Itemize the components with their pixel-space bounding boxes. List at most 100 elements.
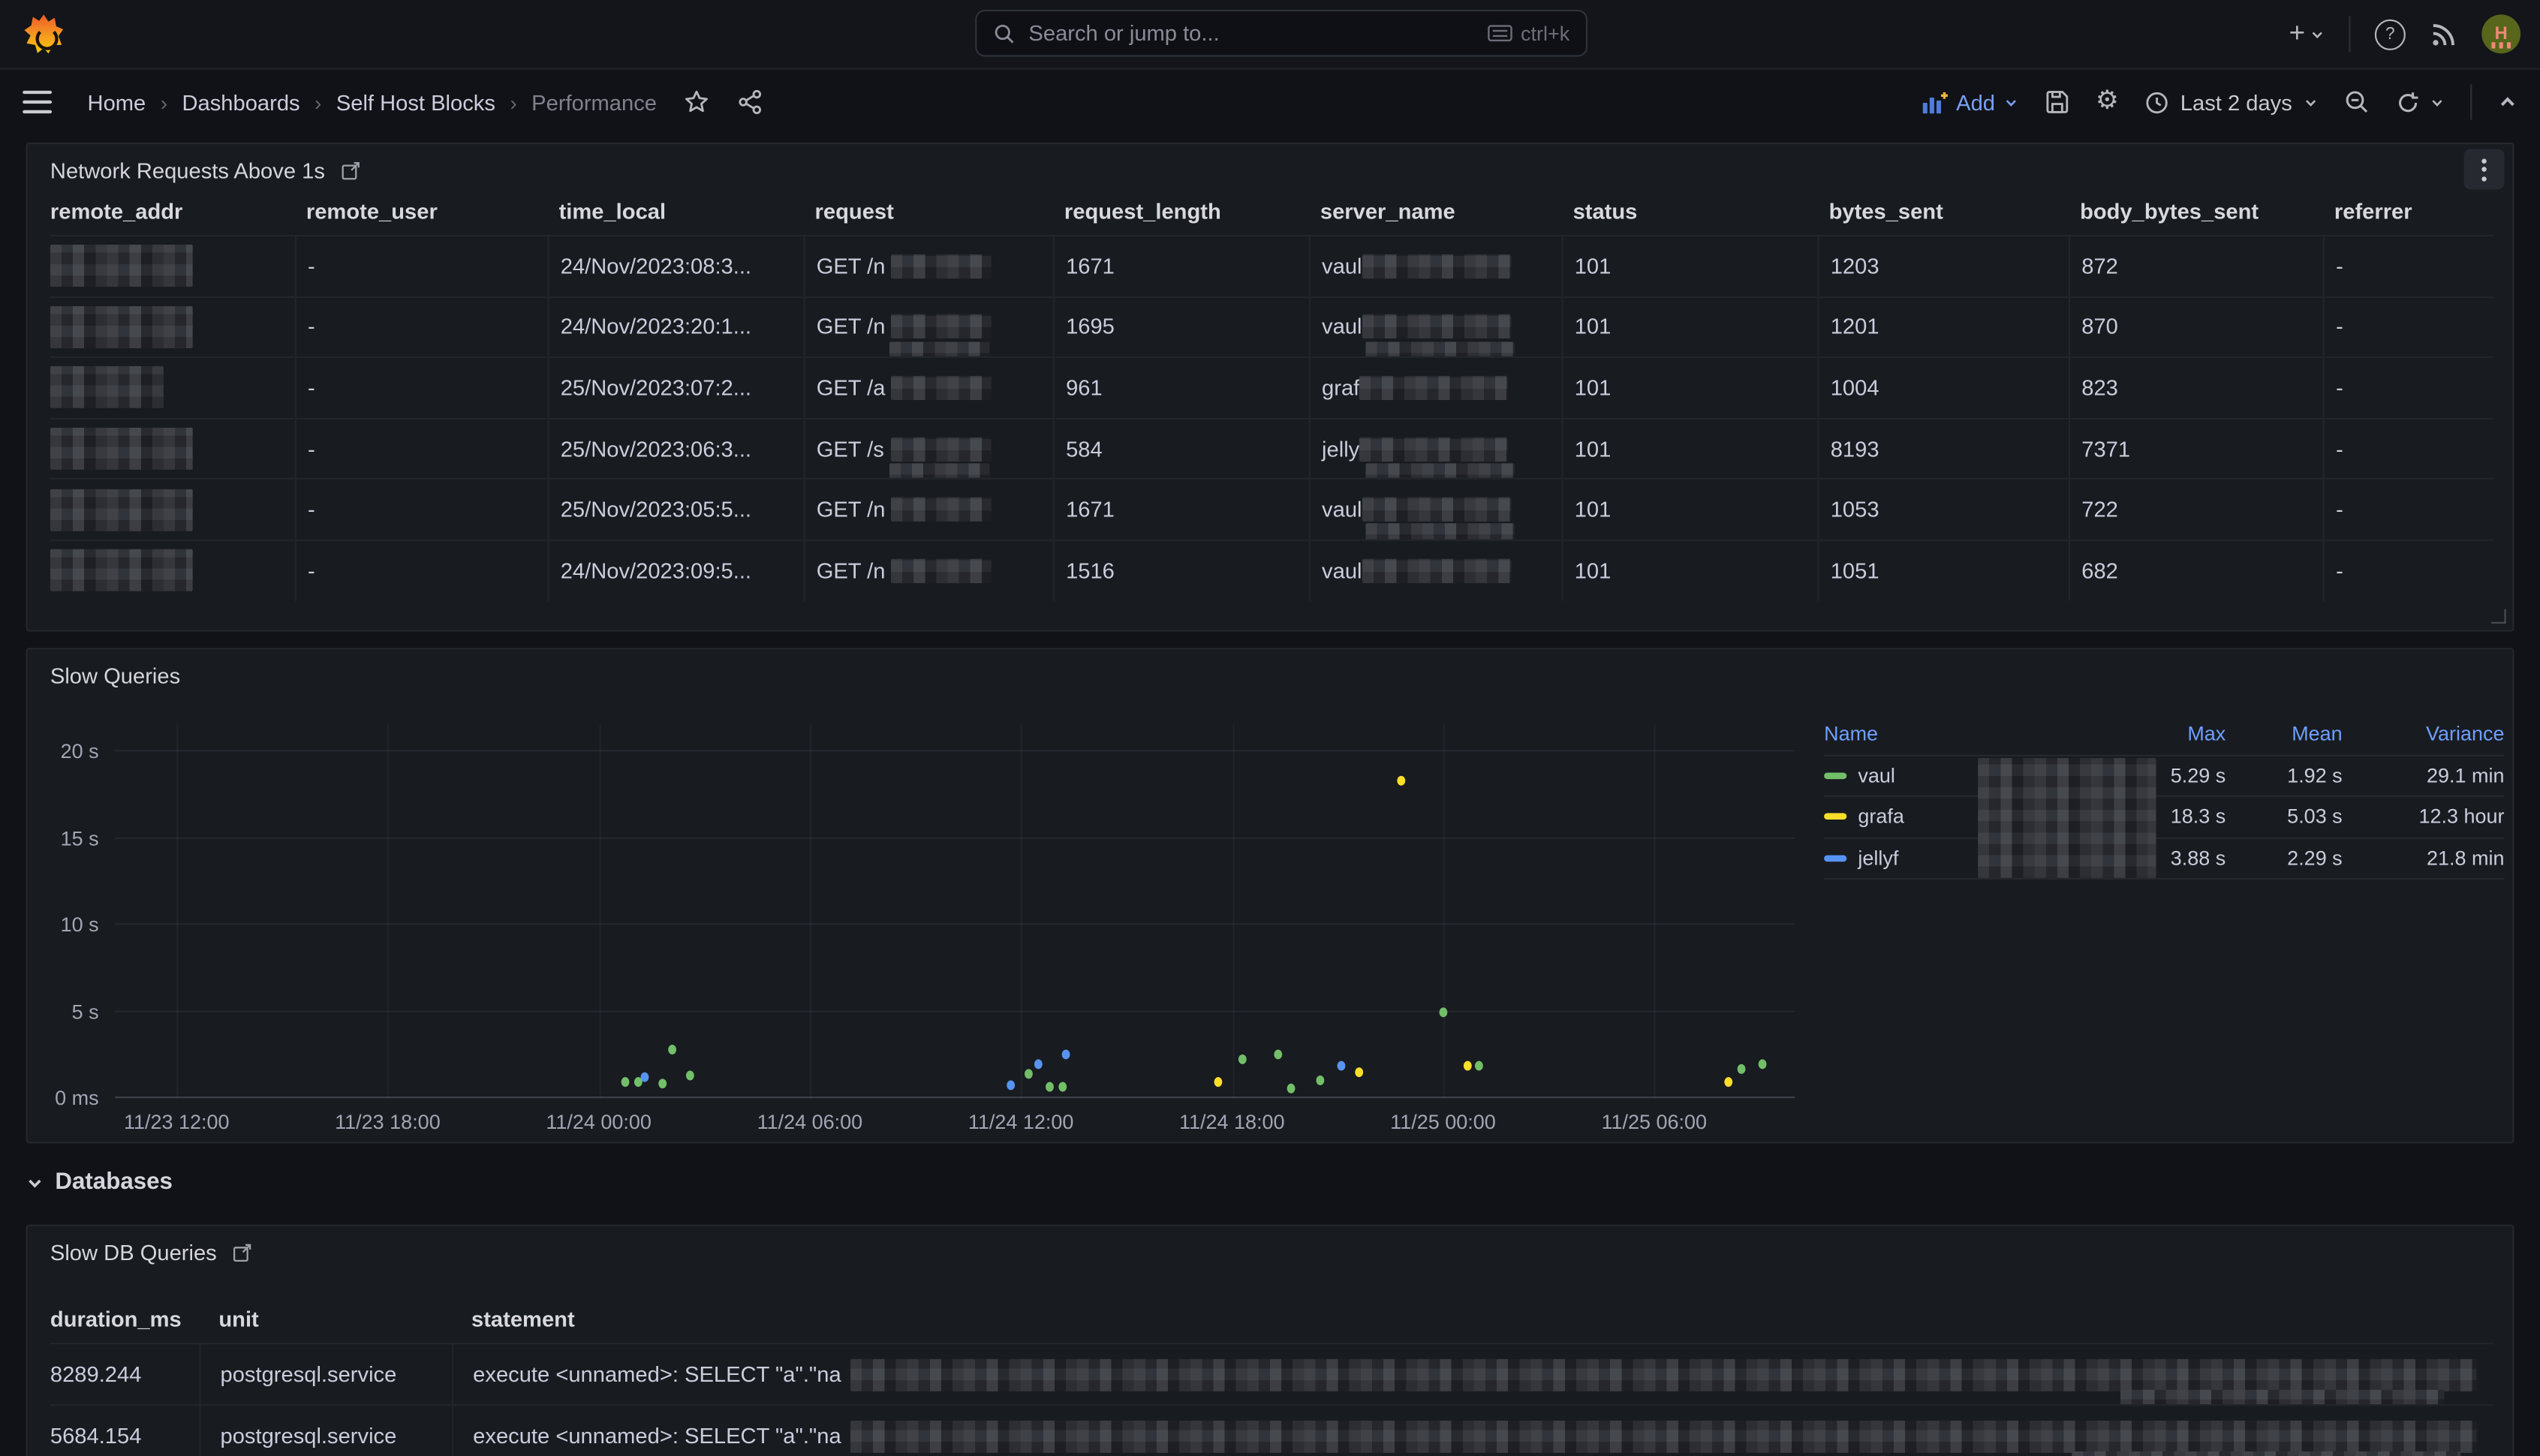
column-header-server_name[interactable]: server_name (1309, 186, 1562, 235)
column-header-time_local[interactable]: time_local (547, 186, 803, 235)
data-point-series-0[interactable] (1316, 1076, 1324, 1086)
gridline-horizontal (115, 923, 1795, 925)
request-prefix: GET /a (817, 376, 886, 400)
star-icon[interactable] (685, 89, 711, 116)
cell-bytes-sent-value: 1201 (1831, 315, 1879, 339)
search-icon (993, 22, 1016, 44)
panel-header[interactable]: Slow DB Queries (50, 1241, 252, 1265)
data-point-series-0[interactable] (1738, 1064, 1747, 1074)
column-header-request[interactable]: request (803, 186, 1052, 235)
redacted-text (1365, 463, 1515, 479)
data-point-series-2[interactable] (1337, 1060, 1345, 1070)
data-point-series-1[interactable] (1464, 1060, 1472, 1070)
cell-status-value: 101 (1575, 498, 1612, 522)
breadcrumb-dashboards[interactable]: Dashboards (182, 90, 299, 114)
cell-body-bytes-sent: 823 (2069, 356, 2323, 417)
data-point-series-1[interactable] (1397, 776, 1405, 786)
data-point-series-2[interactable] (1007, 1080, 1015, 1090)
server-name-prefix: vaul (1322, 498, 1362, 522)
news-rss-icon[interactable] (2430, 20, 2457, 48)
data-point-series-1[interactable] (1355, 1067, 1363, 1077)
cell-server-name: jelly (1309, 417, 1562, 478)
column-header-remote_user[interactable]: remote_user (295, 186, 548, 235)
collapse-up-icon[interactable] (2498, 92, 2517, 112)
legend-series-swatch (1824, 772, 1846, 779)
data-point-series-0[interactable] (1759, 1059, 1768, 1069)
legend-header-variance[interactable]: Variance (2343, 723, 2505, 745)
x-tick-label: 11/23 12:00 (124, 1111, 230, 1133)
data-point-series-0[interactable] (1288, 1084, 1296, 1094)
scatter-plot-area[interactable] (115, 724, 1795, 1099)
column-header-bytes_sent[interactable]: bytes_sent (1817, 186, 2069, 235)
cell-body-bytes-sent: 872 (2069, 235, 2323, 296)
cell-referrer-value: - (2336, 437, 2343, 461)
data-point-series-0[interactable] (621, 1078, 629, 1087)
time-range-picker[interactable]: Last 2 days (2144, 90, 2318, 114)
panel-header[interactable]: Slow Queries (50, 664, 180, 688)
legend-header-max[interactable]: Max (2109, 723, 2226, 745)
data-point-series-0[interactable] (1045, 1082, 1053, 1092)
cell-request-length-value: 1671 (1066, 254, 1115, 278)
data-point-series-2[interactable] (1034, 1060, 1043, 1069)
data-point-series-1[interactable] (1724, 1078, 1732, 1087)
data-point-series-0[interactable] (686, 1071, 694, 1081)
top-actions: + ? H (2289, 0, 2520, 68)
redacted-text (1362, 558, 1512, 582)
save-icon[interactable] (2044, 89, 2070, 116)
refresh-button[interactable] (2396, 90, 2445, 114)
column-header-status[interactable]: status (1561, 186, 1817, 235)
data-point-series-0[interactable] (669, 1045, 677, 1054)
gridline-horizontal (115, 1097, 1795, 1098)
search-input[interactable]: Search or jump to... ctrl+k (975, 10, 1588, 57)
cell-time-local-value: 24/Nov/2023:09:5... (561, 558, 751, 582)
data-point-series-2[interactable] (640, 1072, 649, 1082)
menu-hamburger-icon[interactable] (23, 90, 52, 113)
data-point-series-0[interactable] (1274, 1050, 1282, 1060)
legend-mean-value: 5.03 s (2226, 805, 2342, 828)
zoom-out-icon[interactable] (2344, 89, 2370, 116)
data-point-series-0[interactable] (1439, 1006, 1447, 1016)
legend-header-mean[interactable]: Mean (2226, 723, 2342, 745)
cell-request-length: 961 (1053, 356, 1309, 417)
panel-resize-handle[interactable] (2491, 609, 2505, 623)
external-link-icon[interactable] (231, 1242, 252, 1263)
data-point-series-0[interactable] (658, 1079, 667, 1089)
breadcrumb-home[interactable]: Home (88, 90, 146, 114)
panel-menu-kebab-icon[interactable] (2464, 149, 2505, 190)
new-button[interactable]: + (2289, 22, 2325, 46)
breadcrumb-folder[interactable]: Self Host Blocks (336, 90, 495, 114)
column-header-referrer[interactable]: referrer (2323, 186, 2493, 235)
data-point-series-0[interactable] (1238, 1055, 1247, 1065)
data-point-series-0[interactable] (1059, 1081, 1067, 1091)
column-header-duration_ms[interactable]: duration_ms (50, 1294, 200, 1343)
section-row-databases[interactable]: Databases (26, 1169, 173, 1196)
cell-referrer-value: - (2336, 376, 2343, 400)
cell-remote-user: - (295, 478, 548, 539)
legend-header-name[interactable]: Name (1824, 723, 2109, 745)
add-button[interactable]: Add (1921, 90, 2018, 114)
server-name-prefix: jelly (1322, 437, 1359, 461)
grafana-logo-icon[interactable] (24, 14, 63, 53)
data-point-series-0[interactable] (1024, 1069, 1032, 1078)
cell-status: 101 (1561, 235, 1817, 296)
column-header-request_length[interactable]: request_length (1053, 186, 1309, 235)
help-button[interactable]: ? (2375, 19, 2406, 50)
cell-server-name: vaul (1309, 235, 1562, 296)
column-header-statement[interactable]: statement (452, 1294, 2493, 1343)
panel-header[interactable]: Network Requests Above 1s (50, 158, 360, 182)
settings-gear-icon[interactable]: ⚙ (2096, 89, 2119, 116)
external-link-icon[interactable] (339, 161, 360, 182)
duration-value: 8289.244 (50, 1362, 142, 1386)
user-avatar[interactable]: H (2481, 14, 2520, 53)
cell-remote-addr (50, 356, 295, 417)
data-point-series-0[interactable] (1474, 1060, 1482, 1070)
column-header-unit[interactable]: unit (199, 1294, 452, 1343)
column-header-remote_addr[interactable]: remote_addr (50, 186, 295, 235)
share-icon[interactable] (738, 89, 764, 116)
column-header-body_bytes_sent[interactable]: body_bytes_sent (2069, 186, 2323, 235)
data-point-series-1[interactable] (1214, 1077, 1222, 1087)
legend-variance-value: 12.3 hour (2343, 805, 2505, 828)
redacted-text (892, 376, 992, 400)
data-point-series-2[interactable] (1063, 1050, 1071, 1060)
y-tick-label: 15 s (28, 827, 99, 850)
